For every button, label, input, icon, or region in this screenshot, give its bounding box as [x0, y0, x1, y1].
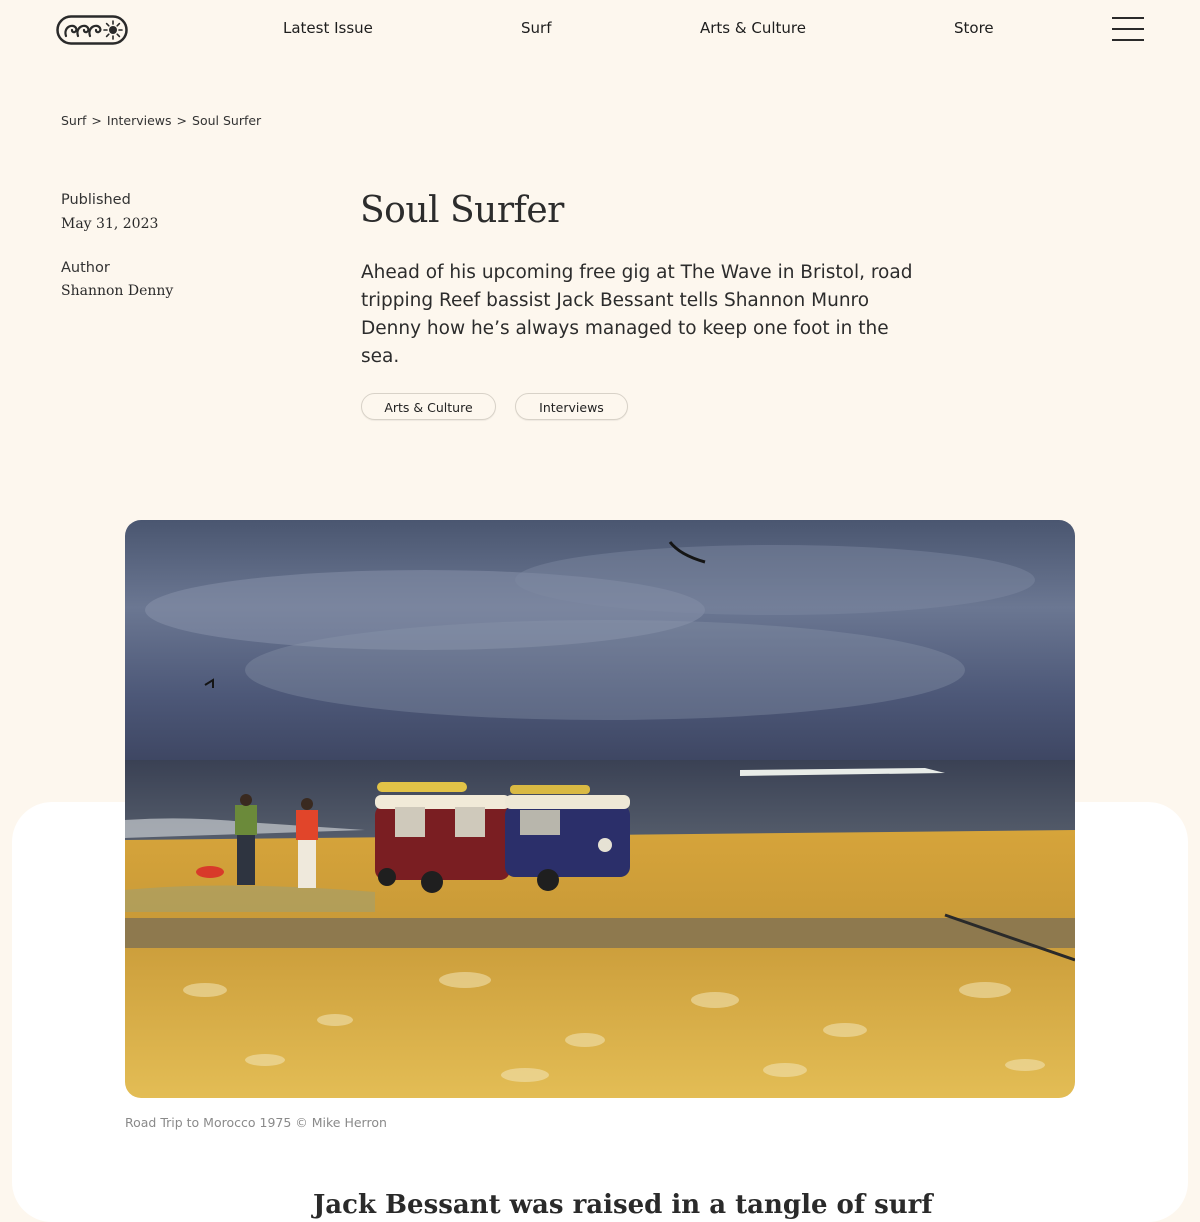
breadcrumb: Surf > Interviews > Soul Surfer — [61, 113, 261, 128]
breadcrumb-separator: > — [91, 113, 102, 128]
breadcrumb-current: Soul Surfer — [192, 113, 262, 128]
author-name[interactable]: Shannon Denny — [61, 283, 173, 299]
breadcrumb-interviews[interactable]: Interviews — [107, 113, 172, 128]
nav-latest-issue[interactable]: Latest Issue — [283, 19, 373, 37]
breadcrumb-surf[interactable]: Surf — [61, 113, 86, 128]
hero-caption: Road Trip to Morocco 1975 © Mike Herron — [125, 1115, 387, 1130]
published-label: Published — [61, 192, 131, 208]
article-standfirst: Ahead of his upcoming free gig at The Wa… — [361, 262, 913, 367]
hamburger-menu-icon[interactable] — [1112, 17, 1144, 41]
hero-image — [125, 520, 1075, 1098]
wave-sun-logo[interactable] — [56, 15, 128, 45]
article-body-first-line: Jack Bessant was raised in a tangle of s… — [313, 1190, 933, 1220]
tag-interviews[interactable]: Interviews — [515, 393, 628, 420]
nav-arts-culture[interactable]: Arts & Culture — [700, 19, 806, 37]
nav-surf[interactable]: Surf — [521, 19, 551, 37]
site-header: Latest Issue Surf Arts & Culture Store — [0, 0, 1200, 60]
article-title: Soul Surfer — [360, 190, 564, 231]
breadcrumb-separator: > — [176, 113, 188, 128]
nav-store[interactable]: Store — [954, 19, 994, 37]
published-date: May 31, 2023 — [61, 216, 159, 232]
author-label: Author — [61, 260, 110, 276]
tag-arts-culture[interactable]: Arts & Culture — [361, 393, 496, 420]
